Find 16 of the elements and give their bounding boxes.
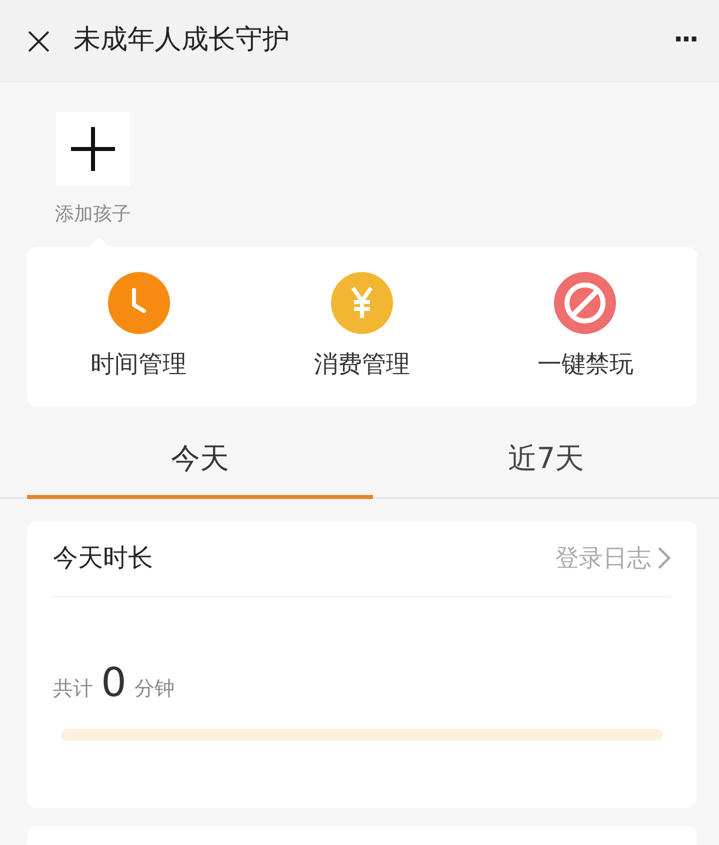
more-button[interactable]: ··· — [673, 21, 697, 60]
unit-label: 分钟 — [134, 674, 174, 702]
total-label: 共计 — [53, 674, 93, 702]
chevron-right-icon — [657, 546, 671, 570]
tab[interactable]: 今天 — [27, 406, 373, 498]
action-button[interactable]: 时间管理 — [27, 272, 250, 382]
close-button[interactable]: × — [22, 20, 56, 60]
plus-icon — [68, 124, 118, 174]
page-title: 未成年人成长守护 — [74, 23, 290, 58]
tab[interactable]: 近7天 — [373, 406, 719, 498]
add-child-button[interactable] — [56, 112, 130, 186]
action-button[interactable]: 消费管理 — [250, 272, 474, 382]
total-value: 0 — [101, 662, 126, 702]
card-title: 今天时长 — [53, 542, 153, 574]
action-button[interactable]: 一键禁玩 — [474, 272, 697, 382]
add-child-label: 添加孩子 — [55, 202, 131, 227]
